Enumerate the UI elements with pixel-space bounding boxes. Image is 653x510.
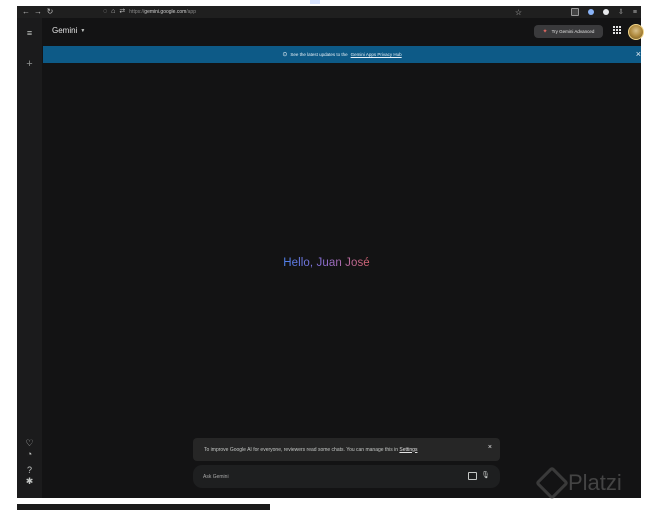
url-path: /app [186,9,196,15]
notice-text: To improve Google AI for everyone, revie… [204,446,398,453]
pocket-extension-icon[interactable] [571,8,580,16]
url-prefix: https:// [129,9,145,15]
notice-text-wrapper: To improve Google AI for everyone, revie… [204,447,417,453]
download-icon[interactable]: ⇩ [618,8,624,16]
close-icon[interactable]: × [636,49,641,59]
menu-icon[interactable]: ≡ [17,28,42,38]
greeting: Hello, Juan José [0,257,653,269]
avatar[interactable] [628,24,644,40]
greeting-text: Hello, Juan José [283,257,370,269]
forward-arrow-icon[interactable]: → [32,6,44,18]
back-arrow-icon[interactable]: ← [20,6,32,18]
image-upload-icon[interactable] [468,472,477,480]
bookmark-star-icon[interactable]: ☆ [515,8,522,17]
activity-history-icon[interactable]: ◔ [17,449,42,459]
try-advanced-button[interactable]: ✦ Try Gemini Advanced [534,25,603,38]
bottom-strip [17,504,270,510]
sparkle-icon: ✦ [542,29,548,35]
permissions-icon: ⇄ [119,8,126,15]
check-circle-icon: ⊙ [282,52,288,58]
notice-close-icon[interactable]: × [488,444,492,451]
privacy-banner: ⊙ See the latest updates to the Gemini A… [43,46,641,63]
new-chat-plus-icon[interactable]: + [17,59,42,70]
watermark-text: Platzi [568,470,622,495]
app-header: Gemini ▼ ✦ Try Gemini Advanced [42,18,644,44]
banner-text: See the latest updates to the [290,52,348,57]
help-icon[interactable]: ? [17,465,42,475]
reviewer-notice: To improve Google AI for everyone, revie… [193,438,500,461]
address-bar[interactable]: ◌ ⌂ ⇄ https://gemini.google.com/app [103,8,523,16]
model-switcher[interactable]: Gemini ▼ [52,26,85,35]
extension-icon[interactable] [588,9,595,15]
account-extension-icon[interactable] [603,9,610,15]
lock-icon: ⌂ [111,8,116,15]
privacy-hub-link[interactable]: Gemini Apps Privacy Hub [351,52,402,57]
url-host: gemini.google.com [144,9,187,15]
apps-grid-icon[interactable] [613,26,622,35]
platzi-logo-icon [535,466,569,500]
top-decoration [310,0,320,4]
mic-icon[interactable]: 🎙︎ [481,471,490,479]
brand-title: Gemini [52,26,78,35]
browser-toolbar: ← → ↻ ◌ ⌂ ⇄ https://gemini.google.com/ap… [17,6,641,18]
prompt-box: 🎙︎ [193,465,500,488]
browser-actions: ☆ ⇩ ≡ [515,6,637,18]
url-text: https://gemini.google.com/app [129,9,196,15]
platzi-watermark: Platzi [535,466,622,500]
reload-icon[interactable]: ↻ [44,6,56,18]
settings-gear-icon[interactable]: ✱ [17,476,42,486]
shield-icon: ◌ [103,8,108,15]
prompt-input[interactable] [203,473,453,480]
try-advanced-label: Try Gemini Advanced [551,29,595,34]
settings-link[interactable]: Settings [399,447,417,453]
chevron-down-icon: ▼ [80,27,86,34]
browser-menu-icon[interactable]: ≡ [633,9,637,16]
gems-heart-icon[interactable]: ♡ [17,438,42,448]
